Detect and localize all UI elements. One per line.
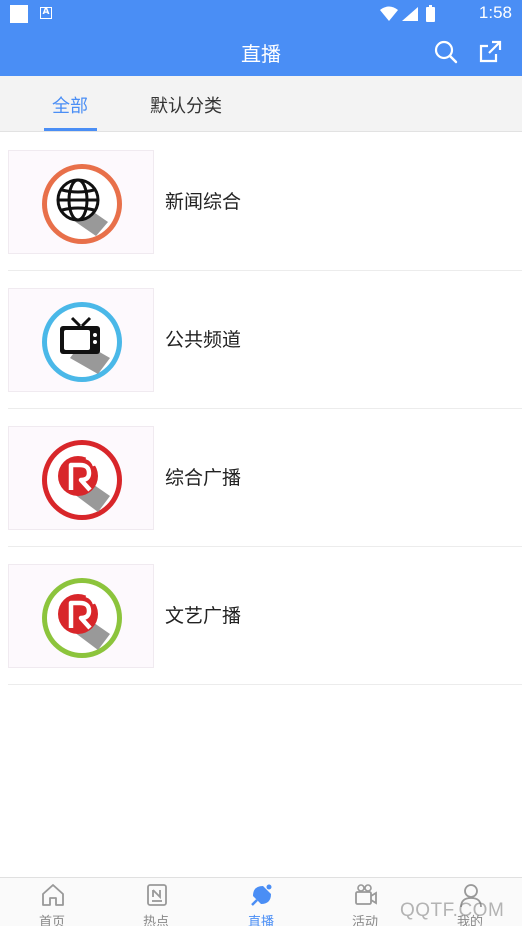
globe-icon [42, 164, 122, 244]
channel-thumbnail [8, 150, 154, 254]
app-header: 直播 [0, 28, 522, 76]
notification-a-icon: A [40, 7, 52, 19]
category-tabs: 全部 默认分类 [0, 76, 522, 132]
battery-icon [426, 7, 435, 22]
tv-icon [42, 302, 122, 382]
status-icons [380, 5, 435, 22]
channel-row-general-radio[interactable]: 综合广播 [8, 409, 522, 547]
channel-label: 综合广播 [165, 467, 242, 489]
channel-list: 新闻综合 公共频道 综合广播 文艺广播 [0, 133, 522, 685]
watermark: QQTF.COM [400, 900, 505, 921]
radio-logo-icon [42, 440, 122, 520]
channel-row-news[interactable]: 新闻综合 [8, 133, 522, 271]
nav-label: 首页 [38, 915, 65, 926]
news-icon [147, 884, 167, 906]
satellite-icon [251, 884, 272, 906]
signal-icon [402, 7, 418, 21]
channel-label: 文艺广播 [165, 605, 242, 627]
nav-home[interactable]: 首页 [0, 878, 104, 926]
nav-live[interactable]: 直播 [209, 878, 313, 926]
tab-default-category[interactable]: 默认分类 [150, 92, 222, 118]
search-icon[interactable] [432, 38, 460, 66]
channel-thumbnail [8, 288, 154, 392]
channel-label: 公共频道 [165, 329, 242, 351]
status-time: 1:58 [478, 3, 512, 22]
nav-label: 直播 [247, 915, 274, 926]
nav-label: 热点 [142, 915, 169, 926]
wifi-icon [380, 6, 398, 21]
active-tab-indicator [44, 128, 97, 131]
status-bar: A 1:58 [0, 0, 522, 28]
notification-square-icon [10, 5, 28, 23]
channel-thumbnail [8, 564, 154, 668]
channel-row-public[interactable]: 公共频道 [8, 271, 522, 409]
share-icon[interactable] [476, 38, 504, 66]
home-icon [42, 884, 64, 906]
channel-label: 新闻综合 [165, 191, 242, 213]
tab-all[interactable]: 全部 [52, 92, 88, 118]
channel-thumbnail [8, 426, 154, 530]
channel-row-arts-radio[interactable]: 文艺广播 [8, 547, 522, 685]
nav-hot[interactable]: 热点 [104, 878, 208, 926]
video-camera-icon [355, 884, 377, 905]
radio-logo-icon [42, 578, 122, 658]
